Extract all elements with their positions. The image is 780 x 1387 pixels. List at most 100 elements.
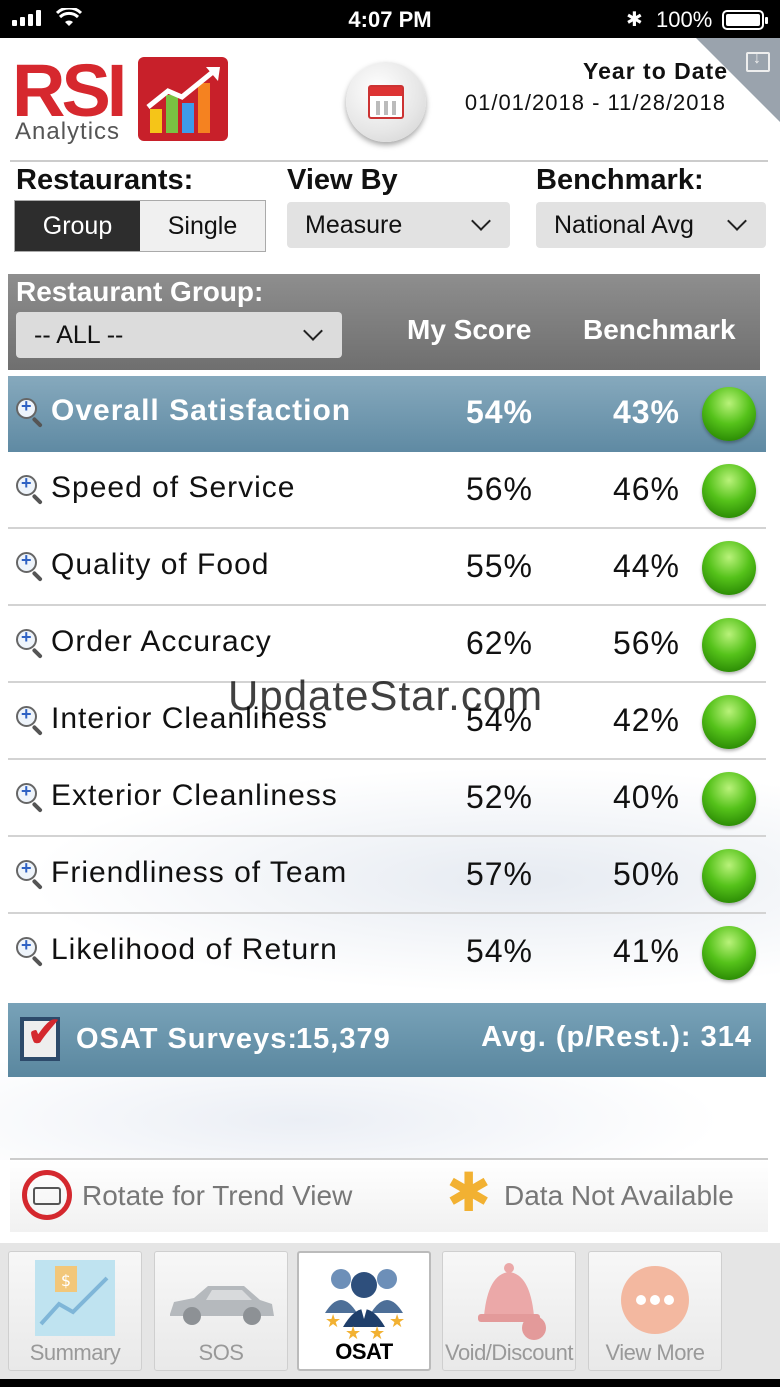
status-green-dot-icon — [702, 464, 756, 518]
tab-label: OSAT — [335, 1339, 393, 1364]
table-row-speed-of-service[interactable]: Speed of Service 56% 46% — [8, 453, 766, 529]
rsi-analytics-logo: RSI Analytics — [12, 49, 230, 146]
logo-subtext: Analytics — [15, 118, 121, 145]
chevron-down-icon — [471, 211, 491, 231]
battery-percent: 100% — [656, 7, 713, 32]
restaurants-label: Restaurants: — [16, 164, 194, 196]
zoom-icon[interactable] — [16, 473, 46, 505]
status-green-dot-icon — [702, 926, 756, 980]
benchmark-value: National Avg — [554, 210, 694, 239]
table-row-overall-satisfaction[interactable]: Overall Satisfaction 54% 43% — [8, 376, 766, 452]
measure-name: Likelihood of Return — [51, 933, 338, 966]
benchmark-value: 40% — [612, 779, 680, 815]
benchmark-value: 46% — [612, 471, 680, 507]
measure-name: Friendliness of Team — [51, 856, 348, 889]
my-score-value: 54% — [465, 933, 533, 969]
table-row-quality-of-food[interactable]: Quality of Food 55% 44% — [8, 530, 766, 606]
tab-sos[interactable]: SOS — [154, 1251, 288, 1371]
zoom-icon[interactable] — [16, 935, 46, 967]
bottom-tab-bar: $ Summary SOS ★ ★ ★ ★ OSAT Void/Discount… — [0, 1243, 780, 1387]
export-corner-button[interactable] — [696, 38, 780, 122]
tab-label: Void/Discount — [444, 1340, 574, 1365]
svg-text:$: $ — [61, 1271, 71, 1290]
restaurant-group-label: Restaurant Group: — [16, 276, 264, 307]
checkbox-checked-icon — [20, 1007, 63, 1061]
legend-rotate-text: Rotate for Trend View — [82, 1180, 353, 1211]
svg-text:★: ★ — [389, 1311, 405, 1332]
benchmark-value: 42% — [612, 702, 680, 738]
legend-not-available-text: Data Not Available — [504, 1180, 734, 1211]
my-score-value: 55% — [465, 548, 533, 584]
zoom-icon[interactable] — [16, 627, 46, 659]
column-header-benchmark: Benchmark — [583, 314, 736, 345]
people-stars-icon: ★ ★ ★ ★ — [325, 1269, 405, 1341]
measure-name: Exterior Cleanliness — [51, 779, 338, 812]
restaurant-group-header: Restaurant Group: -- ALL -- My Score Ben… — [8, 274, 760, 370]
my-score-value: 57% — [465, 856, 533, 892]
restaurants-segmented-control: Group Single — [14, 200, 266, 252]
status-green-dot-icon — [702, 849, 756, 903]
svg-text:★: ★ — [325, 1311, 341, 1332]
tab-void-discount[interactable]: Void/Discount — [442, 1251, 576, 1371]
rotate-device-icon — [22, 1170, 72, 1220]
tab-label: SOS — [198, 1340, 244, 1365]
table-row-order-accuracy[interactable]: Order Accuracy 62% 56% — [8, 607, 766, 683]
zoom-icon[interactable] — [16, 781, 46, 813]
chevron-down-icon — [727, 211, 747, 231]
more-icon — [621, 1266, 689, 1334]
benchmark-value: 50% — [612, 856, 680, 892]
status-green-dot-icon — [702, 772, 756, 826]
column-header-my-score: My Score — [407, 314, 532, 345]
calendar-button[interactable] — [346, 62, 426, 142]
benchmark-value: 41% — [612, 933, 680, 969]
my-score-value: 56% — [465, 471, 533, 507]
measure-name: Overall Satisfaction — [51, 394, 352, 427]
header-divider — [10, 160, 768, 162]
benchmark-select[interactable]: National Avg — [536, 202, 766, 248]
tab-osat[interactable]: ★ ★ ★ ★ OSAT — [297, 1251, 431, 1371]
osat-surveys-count: 15,379 — [296, 1023, 391, 1055]
table-row-interior-cleanliness[interactable]: Interior Cleanliness 54% 42% — [8, 684, 766, 760]
measure-name: Speed of Service — [51, 471, 296, 504]
zoom-icon[interactable] — [16, 550, 46, 582]
view-by-select[interactable]: Measure — [287, 202, 510, 248]
status-bar: 4:07 PM ✱ 100% — [0, 0, 780, 38]
osat-surveys-label: OSAT Surveys: — [76, 1023, 298, 1055]
logo-text: RSI — [12, 49, 127, 132]
segment-single[interactable]: Single — [140, 201, 265, 251]
view-by-label: View By — [287, 164, 398, 196]
osat-surveys-summary: OSAT Surveys: 15,379 Avg. (p/Rest.): 314 — [8, 1003, 766, 1077]
status-green-dot-icon — [702, 618, 756, 672]
zoom-icon[interactable] — [16, 396, 46, 428]
zoom-icon[interactable] — [16, 858, 46, 890]
period-range: 01/01/2018 - 11/28/2018 — [464, 90, 726, 115]
osat-average-per-restaurant: Avg. (p/Rest.): 314 — [481, 1021, 752, 1053]
status-green-dot-icon — [702, 541, 756, 595]
tab-summary[interactable]: $ Summary — [8, 1251, 142, 1371]
benchmark-label: Benchmark: — [536, 164, 704, 196]
bell-icon — [478, 1263, 546, 1340]
table-row-likelihood-of-return[interactable]: Likelihood of Return 54% 41% — [8, 915, 766, 991]
table-row-friendliness-of-team[interactable]: Friendliness of Team 57% 50% — [8, 838, 766, 914]
measure-name: Quality of Food — [51, 548, 270, 581]
tab-view-more[interactable]: View More — [588, 1251, 722, 1371]
battery-icon — [722, 10, 768, 30]
table-row-exterior-cleanliness[interactable]: Exterior Cleanliness 52% 40% — [8, 761, 766, 837]
view-by-value: Measure — [305, 210, 403, 239]
segment-group[interactable]: Group — [15, 201, 140, 251]
my-score-value: 52% — [465, 779, 533, 815]
restaurant-group-select[interactable]: -- ALL -- — [16, 312, 342, 358]
logo-chart-icon — [138, 57, 228, 141]
download-icon — [746, 50, 770, 72]
benchmark-value: 56% — [612, 625, 680, 661]
tab-label: Summary — [29, 1340, 121, 1365]
tab-label: View More — [605, 1340, 705, 1365]
measure-name: Order Accuracy — [51, 625, 272, 658]
benchmark-value: 44% — [612, 548, 680, 584]
bluetooth-icon: ✱ — [626, 9, 643, 31]
status-green-dot-icon — [702, 695, 756, 749]
my-score-value: 62% — [465, 625, 533, 661]
summary-chart-icon: $ — [35, 1260, 115, 1336]
zoom-icon[interactable] — [16, 704, 46, 736]
my-score-value: 54% — [465, 702, 533, 738]
